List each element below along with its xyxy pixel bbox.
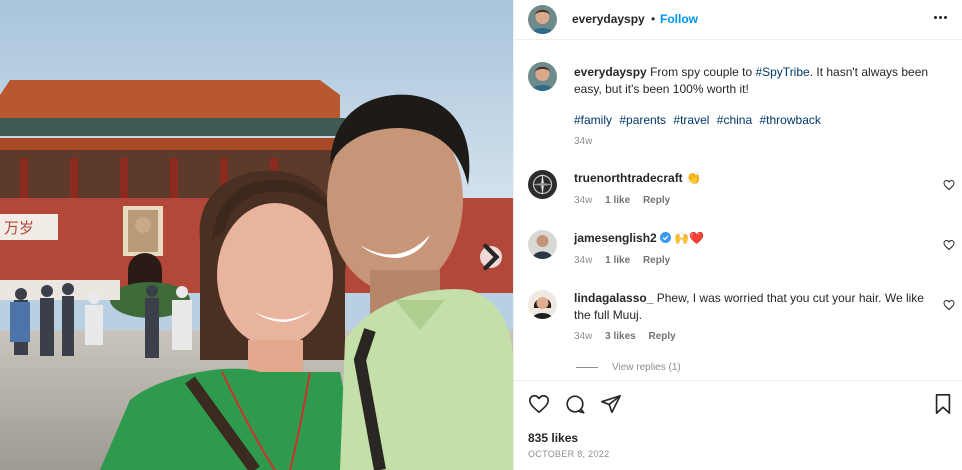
hashtag-link[interactable]: #china [717, 113, 752, 127]
caption-hashtag-link[interactable]: #SpyTribe [755, 65, 809, 79]
like-count[interactable]: 835 likes [528, 431, 578, 445]
post-side-panel: everydayspy • Follow everydayspy From sp… [513, 0, 962, 470]
commenter-username[interactable]: jamesenglish2 [574, 231, 657, 245]
follow-button[interactable]: Follow [660, 12, 698, 26]
heart-icon[interactable] [528, 393, 550, 415]
comment-time[interactable]: 34w [574, 195, 592, 206]
comment-text: 🙌❤️ [674, 231, 705, 245]
avatar-image [528, 62, 557, 91]
hashtag-link[interactable]: #travel [673, 113, 709, 127]
svg-text:万岁: 万岁 [4, 219, 34, 237]
post-actions: 835 likes OCTOBER 8, 2022 [514, 380, 962, 470]
comment-body: truenorthtradecraft 👏 [574, 170, 934, 187]
comments-section: everydayspy From spy couple to #SpyTribe… [514, 41, 962, 380]
comment-likes[interactable]: 1 like [605, 195, 630, 206]
comment-meta: 34w 3 likes Reply [574, 331, 686, 342]
comment-likes[interactable]: 1 like [605, 255, 630, 266]
more-horizontal-icon[interactable] [934, 16, 947, 19]
caption-timestamp[interactable]: 34w [574, 136, 592, 147]
commenter-avatar[interactable] [528, 170, 557, 199]
reply-button[interactable]: Reply [643, 195, 670, 206]
post-caption: everydayspy From spy couple to #SpyTribe… [574, 64, 944, 98]
commenter-username[interactable]: truenorthtradecraft [574, 171, 683, 185]
avatar-image [528, 290, 557, 319]
carousel-next-button[interactable] [480, 243, 502, 271]
hashtag-link[interactable]: #parents [619, 113, 666, 127]
comment-meta: 34w 1 like Reply [574, 255, 680, 266]
comment-time[interactable]: 34w [574, 255, 592, 266]
comment-body: jamesenglish2 🙌❤️ [574, 230, 934, 247]
photo-illustration: 万岁 [0, 0, 513, 470]
verified-badge-icon [660, 232, 672, 243]
heart-icon[interactable] [943, 239, 955, 251]
chevron-right-icon [483, 243, 500, 271]
view-replies-label: View replies (1) [612, 362, 681, 373]
reply-button[interactable]: Reply [643, 255, 670, 266]
heart-icon[interactable] [943, 299, 955, 311]
hashtag-link[interactable]: #family [574, 113, 612, 127]
send-icon[interactable] [600, 393, 622, 415]
separator-dot: • [651, 12, 656, 26]
comment-time[interactable]: 34w [574, 331, 592, 342]
heart-icon[interactable] [943, 179, 955, 191]
commenter-username[interactable]: lindagalasso_ [574, 291, 653, 305]
bookmark-icon[interactable] [932, 393, 954, 415]
avatar-image [528, 230, 557, 259]
commenter-avatar[interactable] [528, 290, 557, 319]
commenter-avatar[interactable] [528, 230, 557, 259]
reply-button[interactable]: Reply [649, 331, 676, 342]
post-photo[interactable]: 万岁 [0, 0, 513, 470]
post-header: everydayspy • Follow [514, 0, 962, 40]
avatar-image [528, 5, 557, 34]
hashtag-link[interactable]: #throwback [760, 113, 821, 127]
hashtag-list: #family #parents #travel #china #throwba… [574, 113, 825, 127]
view-replies-line [576, 367, 598, 368]
caption-avatar[interactable] [528, 62, 557, 91]
author-avatar[interactable] [528, 5, 557, 34]
compass-logo-icon [528, 170, 557, 199]
comment-text: 👏 [686, 171, 701, 185]
comment-icon[interactable] [564, 393, 586, 415]
caption-text-before: From spy couple to [650, 65, 756, 79]
comment-body: lindagalasso_ Phew, I was worried that y… [574, 290, 934, 324]
author-username[interactable]: everydayspy [572, 12, 645, 26]
caption-username[interactable]: everydayspy [574, 65, 647, 79]
comment-meta: 34w 1 like Reply [574, 195, 680, 206]
view-replies-button[interactable]: View replies (1) [576, 362, 681, 373]
comment-likes[interactable]: 3 likes [605, 331, 636, 342]
post-date[interactable]: OCTOBER 8, 2022 [528, 449, 609, 459]
